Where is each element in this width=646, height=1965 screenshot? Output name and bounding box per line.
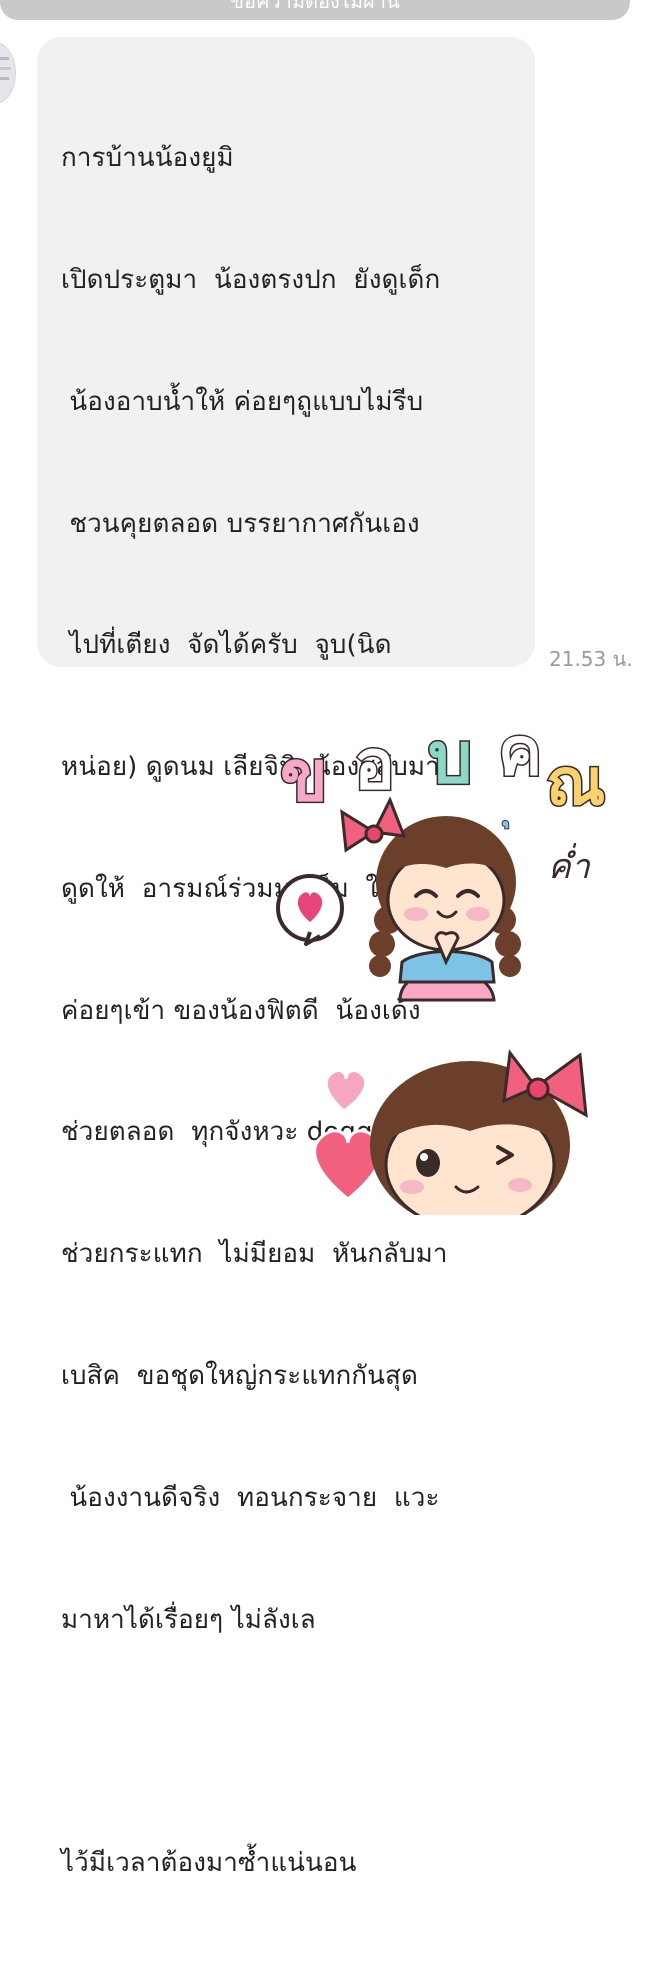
message-line: ชวนคุยตลอด บรรยากาศกันเอง <box>61 508 420 539</box>
girl-illustration <box>340 796 521 1002</box>
message-line <box>61 1721 517 1762</box>
svg-text:ณ: ณ <box>546 746 605 820</box>
message-line: เบสิค ขอชุดใหญ่กระแทกกันสุด <box>61 1361 418 1391</box>
thank-you-lettering: ข อ บ ค ณ ุ <box>279 712 607 831</box>
thank-you-girl-sticker[interactable]: ข อ บ ค ณ ุ ค่ำ <box>270 700 630 1020</box>
message-line: การบ้านน้องยูมิ <box>61 143 234 174</box>
svg-text:บ: บ <box>428 717 472 799</box>
message-line: ไว้มีเวลาต้องมาซ้ำแน่นอน <box>61 1848 357 1879</box>
message-line: ไปที่เตียง จัดได้ครับ จูบ(นิด <box>61 630 392 661</box>
message-line: น้องอาบน้ำให้ ค่อยๆถูแบบไม่รีบ <box>61 386 424 417</box>
message-line: ช่วยกระแทก ไม่มียอม หันกลับมา <box>61 1239 448 1270</box>
heart-icon <box>324 1069 367 1113</box>
svg-text:ข: ข <box>280 735 328 817</box>
svg-text:ุ: ุ <box>502 820 509 829</box>
banner-text: ข้อความต้องไม่ผ่าน <box>230 0 400 13</box>
svg-text:อ: อ <box>354 726 395 805</box>
message-line: มาหาได้เรื่อยๆ ไม่ลังเล <box>61 1604 316 1635</box>
top-banner: ข้อความต้องไม่ผ่าน <box>0 0 630 20</box>
heart-bubble-icon <box>276 874 344 946</box>
message-line: เปิดประตูมา น้องตรงปก ยังดูเด็ก <box>61 264 441 295</box>
message-timestamp: 21.53 น. <box>549 647 633 671</box>
message-line: น้องงานดีจริง ทอนกระจาย แวะ <box>61 1482 440 1513</box>
sender-avatar[interactable] <box>0 42 16 104</box>
svg-text:ค: ค <box>498 713 542 790</box>
message-bubble[interactable]: การบ้านน้องยูมิ เปิดประตูมา น้องตรงปก ยั… <box>37 37 535 1878</box>
sticker-subtext: ค่ำ <box>548 843 591 887</box>
winking-girl-sticker[interactable] <box>290 1035 610 1231</box>
